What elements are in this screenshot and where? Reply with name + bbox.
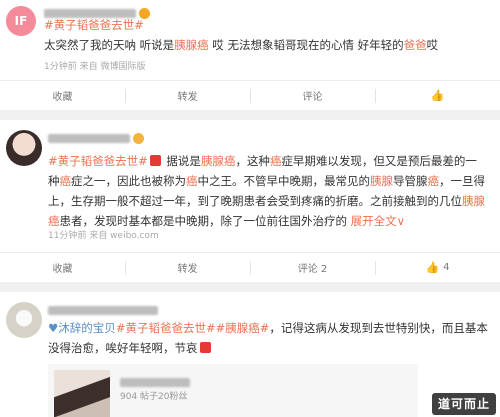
post-card-2: #黄子韬爸爸去世# 据说是胰腺癌，这种癌症早期难以发现，但又是预后最差的一种癌症… — [0, 120, 500, 282]
repost-button[interactable]: 转发 — [125, 81, 250, 110]
hashtag-link[interactable]: #胰腺癌# — [216, 321, 270, 335]
post-text: ♥沐辞的宝贝#黄子韬爸爸去世##胰腺癌#，记得这病从发现到去世特别快，而且基本没… — [48, 321, 488, 355]
action-bar: 收藏 转发 评论 2 👍 4 — [0, 252, 500, 282]
keyword-link[interactable]: 癌 — [60, 174, 72, 188]
expand-full-text-link[interactable]: 展开全文∨ — [351, 214, 405, 228]
post-text: #黄子韬爸爸去世# 太突然了我的天呐 听说是胰腺癌 哎 无法想象韬哥现在的心情 … — [44, 18, 439, 52]
thumbs-up-icon: 👍 — [425, 261, 440, 274]
keyword-link[interactable]: 癌 — [186, 174, 198, 188]
comment-button[interactable]: 评论 2 — [250, 253, 375, 282]
hashtag-link[interactable]: #黄子韬爸爸去世# — [116, 321, 216, 335]
avatar[interactable] — [6, 302, 42, 338]
avatar[interactable]: IF — [6, 6, 36, 36]
hashtag-link[interactable]: #黄子韬爸爸去世# — [48, 154, 148, 168]
avatar-text: IF — [14, 14, 28, 28]
thumbs-up-icon: 👍 — [430, 89, 445, 102]
repost-button[interactable]: 转发 — [125, 253, 250, 282]
keyword-link[interactable]: 癌 — [270, 154, 282, 168]
post-meta: 1分钟前 来自 微博国际版 — [44, 62, 146, 72]
username[interactable] — [48, 303, 158, 316]
post-meta: 11分钟前 来自 weibo.com — [48, 231, 159, 241]
username[interactable] — [48, 131, 144, 144]
keyword-link[interactable]: 癌 — [428, 174, 440, 188]
avatar[interactable] — [6, 130, 42, 166]
favorite-button[interactable]: 收藏 — [0, 81, 125, 110]
post-card-1: IF #黄子韬爸爸去世# 太突然了我的天呐 听说是胰腺癌 哎 无法想象韬哥现在的… — [0, 0, 500, 110]
emoji-icon — [199, 342, 211, 353]
comment-button[interactable]: 评论 — [250, 81, 375, 110]
hashtag-link[interactable]: #黄子韬爸爸去世# — [44, 18, 144, 32]
post-card-3: ♥沐辞的宝贝#黄子韬爸爸去世##胰腺癌#，记得这病从发现到去世特别快，而且基本没… — [0, 292, 500, 417]
like-button[interactable]: 👍 4 — [375, 253, 500, 282]
like-button[interactable]: 👍 — [375, 81, 500, 110]
like-count: 4 — [443, 262, 450, 273]
watermark: 道可而止 — [431, 393, 496, 415]
keyword-link[interactable]: 胰腺癌 — [201, 154, 236, 168]
keyword-link[interactable]: 胰腺 — [370, 174, 393, 188]
action-bar: 收藏 转发 评论 👍 — [0, 80, 500, 110]
emoji-icon — [149, 155, 161, 166]
favorite-button[interactable]: 收藏 — [0, 253, 125, 282]
quoted-thumbnail — [54, 370, 110, 417]
keyword-link[interactable]: 胰腺癌 — [174, 38, 209, 52]
verified-icon — [133, 132, 144, 144]
mention-link[interactable]: ♥沐辞的宝贝 — [48, 321, 116, 335]
quoted-stats: 904 帖子20粉丝 — [120, 392, 188, 402]
post-text: #黄子韬爸爸去世# 据说是胰腺癌，这种癌症早期难以发现，但又是预后最差的一种癌症… — [48, 154, 485, 228]
keyword-link[interactable]: 爸爸 — [404, 38, 427, 52]
quoted-post[interactable]: 904 帖子20粉丝 — [48, 364, 418, 417]
